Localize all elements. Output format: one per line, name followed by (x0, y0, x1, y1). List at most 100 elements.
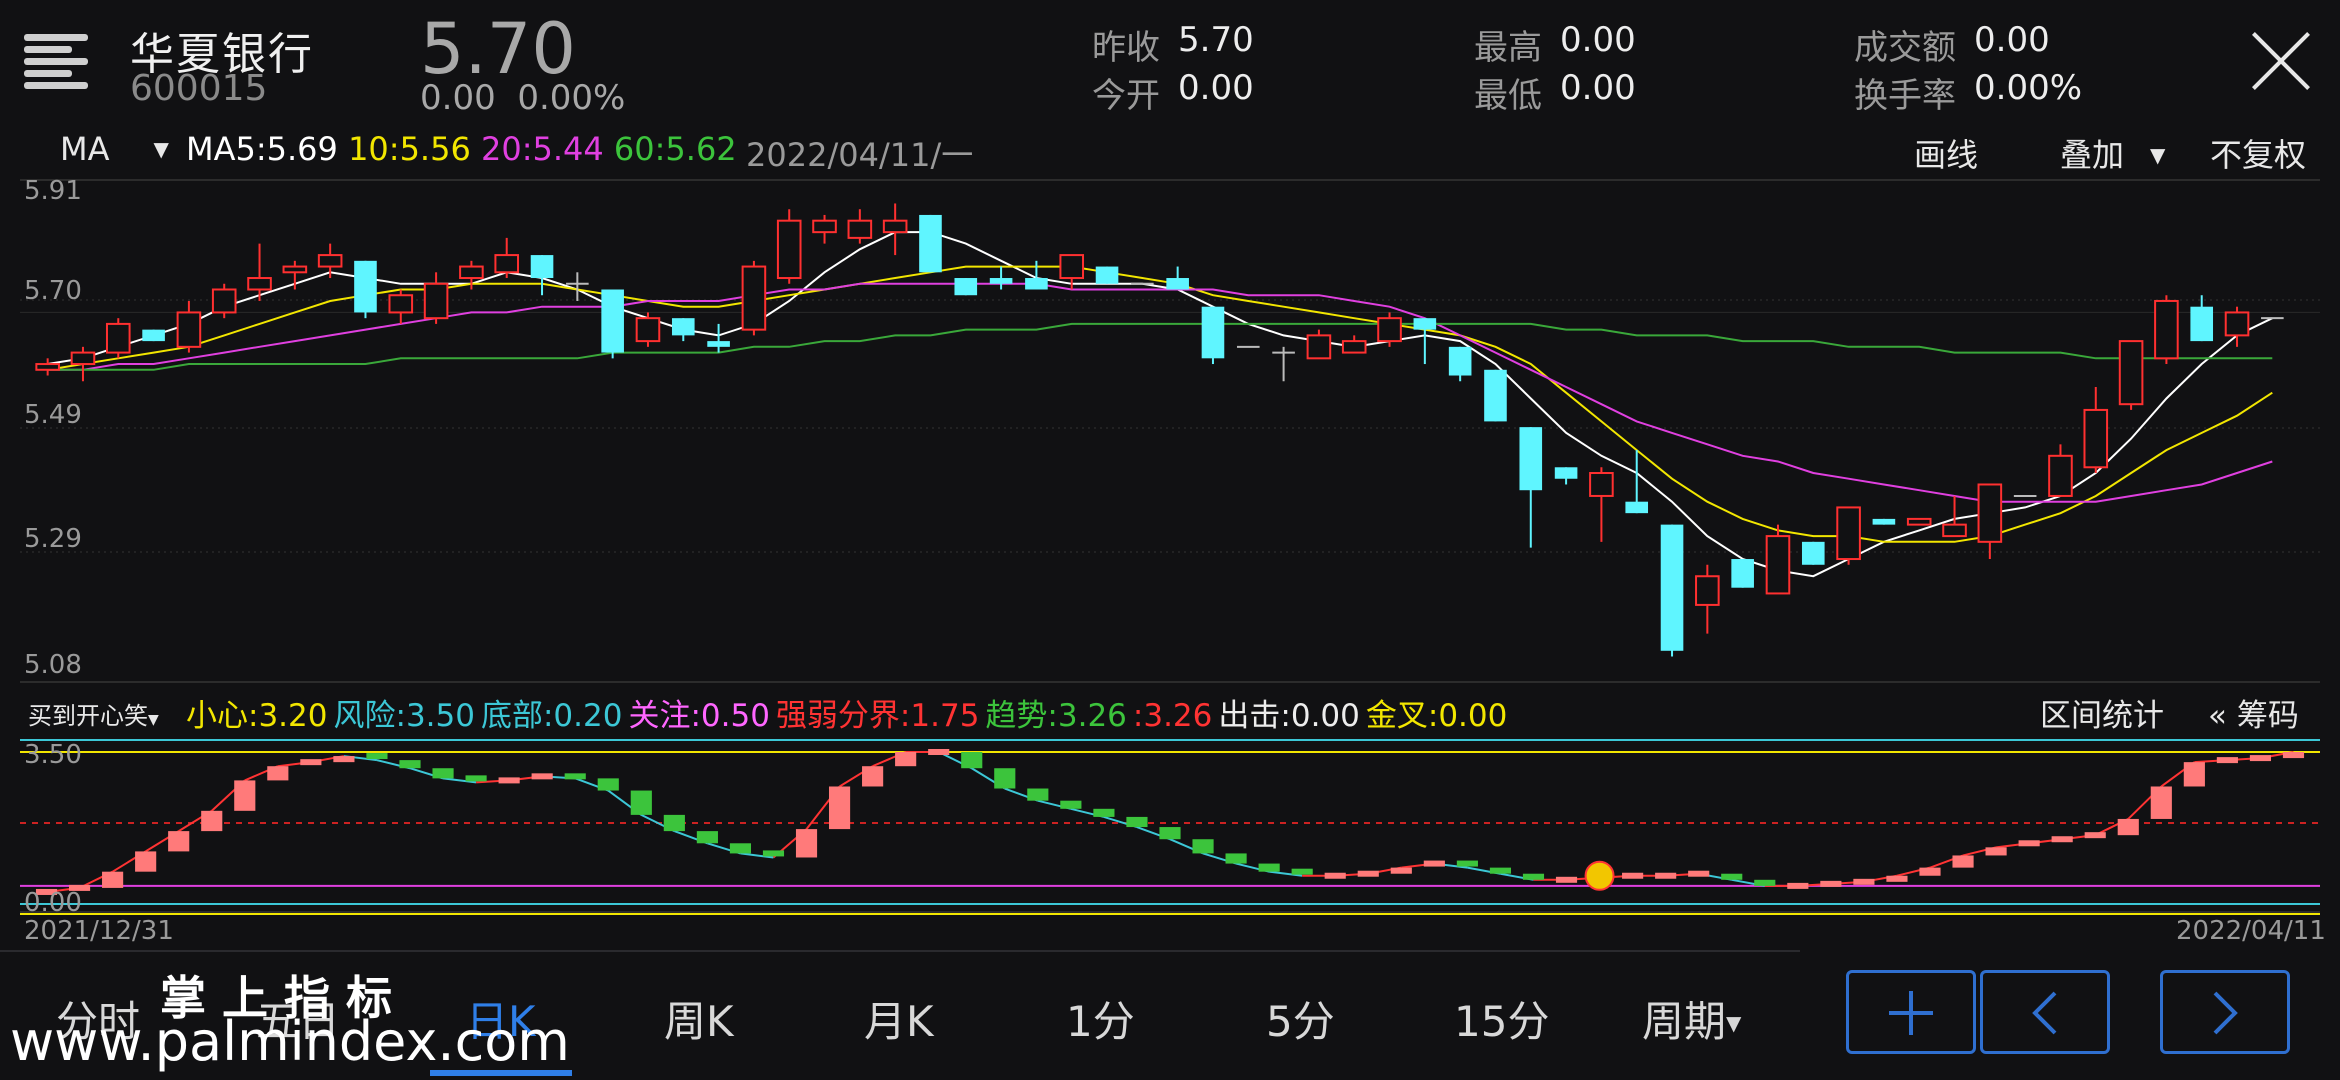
indicator-value: 0.20 (553, 698, 623, 734)
candle-up (1589, 472, 1614, 497)
indicator-level: 3.50 (24, 740, 82, 770)
trend-bar (1489, 867, 1512, 874)
indicator-item: 出击:0.00 (1218, 698, 1359, 734)
trend-bar (1027, 788, 1049, 801)
indicator-label: 小心: (186, 698, 259, 734)
indicator-item: 底部:0.20 (481, 698, 622, 734)
trend-bar (1225, 853, 1247, 864)
indicator-label: 强弱分界: (775, 698, 911, 734)
trend-bar (1357, 870, 1379, 877)
candle-down (989, 278, 1013, 284)
candle-up (1341, 340, 1367, 354)
indicator-level: 0.00 (24, 888, 82, 918)
trend-bar (2084, 832, 2106, 839)
trend-bar (2216, 757, 2238, 764)
trend-bar (333, 756, 355, 763)
candle-up (1306, 334, 1332, 360)
indicator-value: 3.20 (258, 698, 328, 734)
tab-weekly-k[interactable]: 周K (664, 988, 734, 1049)
candle-up (1377, 317, 1402, 343)
golden-cross-marker (1584, 860, 1615, 891)
indicator-value: 0.00 (1438, 698, 1508, 734)
trend-bar (928, 749, 950, 755)
candle-up (2048, 454, 2073, 497)
trend-bar (135, 851, 157, 872)
tab-1min[interactable]: 1分 (1066, 988, 1135, 1049)
trend-bar (630, 790, 652, 815)
candle-up (1059, 254, 1085, 280)
next-button[interactable] (2160, 970, 2290, 1054)
candle-up (1765, 535, 1791, 595)
indicator-item: 金叉:0.00 (1366, 698, 1507, 734)
trend-bar (2117, 818, 2139, 836)
indicator-item: :3.26 (1133, 698, 1212, 734)
candle-up (2224, 311, 2250, 337)
tab-monthly-k[interactable]: 月K (864, 988, 934, 1049)
trend-bar (1952, 855, 1974, 868)
candle-down (1872, 518, 1896, 525)
trend-bar (399, 760, 421, 769)
indicator-label: 金叉: (1365, 698, 1439, 734)
range-stats-button[interactable]: 区间统计 (2040, 690, 2164, 735)
trend-bar (862, 766, 884, 787)
trend-bar (366, 753, 388, 760)
trend-bar (531, 773, 553, 780)
candle-up (741, 265, 767, 331)
tab-period[interactable]: 周期▼ (1642, 988, 1741, 1049)
indicator-item: 风险:3.50 (333, 698, 474, 734)
indicator-selector[interactable]: 买到开心笑▼ (28, 696, 159, 731)
tab-15min[interactable]: 15分 (1454, 988, 1549, 1049)
tab-5min[interactable]: 5分 (1266, 988, 1335, 1049)
trend-bar (300, 759, 322, 766)
candle-down (919, 214, 942, 273)
trend-bar (465, 775, 487, 782)
trend-bar (1555, 876, 1578, 883)
trend-bar (1390, 867, 1412, 874)
end-date: 2022/04/11 (2176, 916, 2326, 946)
chevron-down-icon: ▼ (1726, 1011, 1742, 1035)
trend-bar (1258, 863, 1280, 872)
candle-up (2118, 340, 2144, 406)
candle-up (1942, 523, 1967, 538)
indicator-item: 强弱分界:1.75 (776, 698, 979, 734)
trend-bar (1721, 873, 1743, 880)
kline-chart[interactable] (0, 0, 2340, 1080)
trend-bar (498, 777, 520, 784)
candle-down (1519, 427, 1543, 491)
candle-up (1695, 575, 1720, 606)
candle-up (459, 265, 484, 280)
plus-icon (1889, 991, 1933, 1035)
candle-down (354, 260, 377, 313)
trend-bar (1159, 827, 1181, 840)
trend-bar (1787, 882, 1809, 889)
candle-down (1801, 541, 1825, 565)
trend-bar (1522, 873, 1545, 880)
candle-down (1660, 524, 1684, 651)
indicator-value: 3.26 (1057, 698, 1127, 734)
tab-period-label: 周期 (1642, 997, 1727, 1046)
trend-bar (267, 766, 289, 781)
candle-down (1484, 369, 1507, 422)
previous-button[interactable] (1980, 970, 2110, 1054)
candle-up (847, 219, 873, 239)
trend-bar (2249, 755, 2272, 762)
indicator-item: 趋势:3.26 (985, 698, 1126, 734)
trend-bar (102, 871, 124, 888)
trend-bar (729, 843, 752, 854)
candle-down (1025, 278, 1048, 290)
trend-bar (1754, 879, 1776, 886)
chips-button[interactable]: « 筹码 (2208, 690, 2299, 735)
trend-bar (201, 810, 223, 832)
candle-up (2083, 408, 2109, 469)
indicator-item: 关注:0.50 (628, 698, 769, 734)
candle-up (494, 254, 520, 274)
indicator-label: : (1132, 698, 1144, 734)
ma-line-60 (47, 322, 2273, 371)
add-button[interactable] (1846, 970, 1976, 1054)
ma-line-20 (47, 282, 2273, 503)
trend-bar (696, 831, 718, 844)
candle-up (70, 351, 96, 366)
candle-down (1166, 278, 1189, 290)
candle-up (635, 317, 661, 343)
trend-bar (234, 780, 256, 811)
